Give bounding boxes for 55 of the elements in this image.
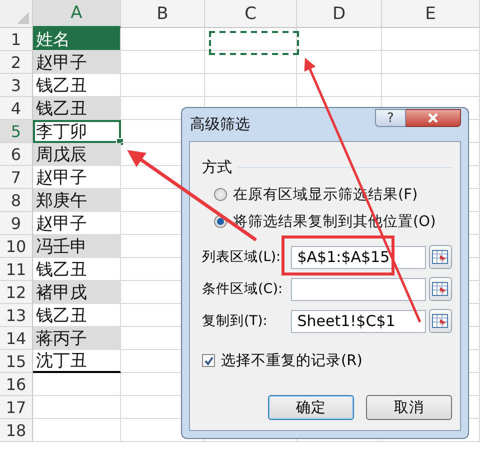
row-header[interactable]: 17 — [0, 396, 33, 419]
field-label: 条件区域(C): — [202, 280, 284, 298]
row-header[interactable]: 6 — [0, 143, 33, 166]
input-field[interactable]: Sheet1!$C$1 — [291, 310, 426, 332]
table-cell: 蒋丙子 — [33, 327, 121, 350]
table-cell: 李丁卯 — [33, 120, 121, 143]
row-header[interactable]: 14 — [0, 327, 33, 350]
row-header[interactable]: 10 — [0, 235, 33, 258]
row-header[interactable]: 2 — [0, 51, 33, 74]
table-cell: 姓名 — [33, 28, 121, 51]
row-header[interactable]: 13 — [0, 304, 33, 327]
table-cell: 周戊辰 — [33, 143, 121, 166]
radio-button[interactable] — [214, 188, 227, 201]
group-label: 方式 — [202, 158, 232, 177]
table-cell: 冯壬申 — [33, 235, 121, 258]
column-header[interactable]: E — [382, 0, 480, 28]
row-header[interactable]: 7 — [0, 166, 33, 189]
row-header[interactable]: 15 — [0, 350, 33, 373]
row-header[interactable]: 8 — [0, 189, 33, 212]
checkbox[interactable] — [202, 354, 215, 367]
help-button[interactable]: ? — [375, 109, 406, 127]
row-header[interactable]: 11 — [0, 258, 33, 281]
column-header[interactable]: B — [121, 0, 205, 28]
dialog-button[interactable]: 确定 — [268, 395, 354, 420]
table-icon — [432, 250, 448, 264]
table-cell: 钱乙丑 — [33, 97, 121, 120]
range-picker-button[interactable] — [428, 309, 452, 333]
row-header[interactable]: 4 — [0, 97, 33, 120]
table-cell: 褚甲戌 — [33, 281, 121, 304]
field-label: 列表区域(L): — [202, 248, 282, 266]
checkbox-label[interactable]: 选择不重复的记录(R) — [221, 351, 362, 370]
column-header[interactable]: D — [297, 0, 382, 28]
field-label: 复制到(T): — [202, 312, 268, 330]
window-title: 高级筛选 — [189, 115, 250, 134]
row-header[interactable]: 12 — [0, 281, 33, 304]
row-header[interactable]: 16 — [0, 373, 33, 396]
column-header[interactable]: C — [205, 0, 297, 28]
row-header[interactable]: 3 — [0, 74, 33, 97]
input-field[interactable] — [291, 278, 426, 300]
row-header[interactable]: 5 — [0, 120, 33, 143]
dialog-button[interactable]: 取消 — [366, 395, 452, 420]
range-picker-button[interactable] — [428, 245, 452, 269]
table-cell: 郑庚午 — [33, 189, 121, 212]
range-picker-button[interactable] — [428, 277, 452, 301]
table-icon — [432, 314, 448, 328]
table-cell: 赵甲子 — [33, 51, 121, 74]
row-header[interactable]: 9 — [0, 212, 33, 235]
row-header[interactable]: 18 — [0, 419, 33, 442]
table-icon — [432, 282, 448, 296]
input-field[interactable]: $A$1:$A$15 — [291, 246, 426, 268]
table-cell: 沈丁丑 — [33, 350, 121, 373]
close-button[interactable] — [406, 109, 461, 127]
close-icon — [427, 113, 439, 123]
row-header[interactable]: 1 — [0, 28, 33, 51]
column-header[interactable]: A — [33, 0, 121, 28]
